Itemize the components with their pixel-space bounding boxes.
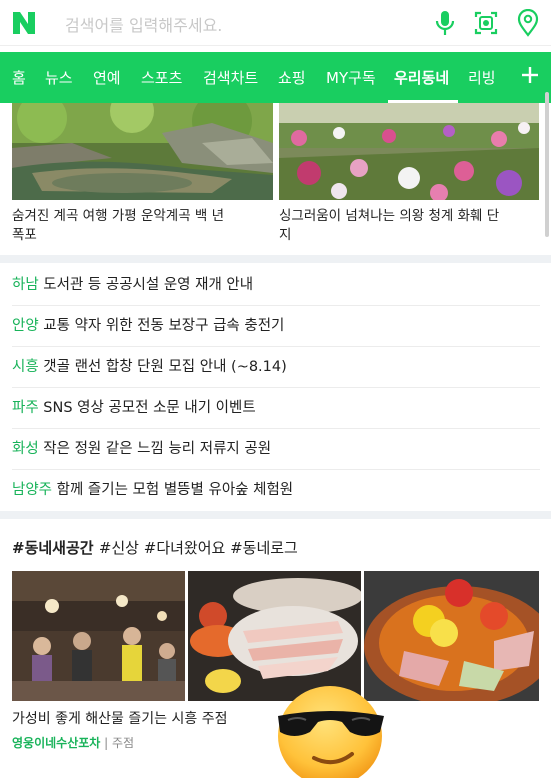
tab-home[interactable]: 홈 — [12, 67, 26, 88]
tab-news[interactable]: 뉴스 — [45, 67, 73, 88]
location-pin-icon[interactable] — [515, 9, 541, 37]
meta-divider: | — [104, 736, 113, 750]
news-item[interactable]: 화성 작은 정원 같은 느낌 능리 저류지 공원 — [12, 429, 540, 470]
cold-noodle-photo[interactable] — [364, 571, 539, 701]
search-input[interactable]: 검색어를 입력해주세요. — [65, 12, 222, 36]
tab-neighborhood[interactable]: 우리동네 — [394, 67, 449, 88]
tab-search-chart[interactable]: 검색차트 — [203, 67, 258, 88]
tab-sports[interactable]: 스포츠 — [141, 67, 182, 88]
news-item[interactable]: 시흥 갯골 랜선 합창 단원 모집 안내 (~8.14) — [12, 347, 540, 388]
hashtag-others[interactable]: #신상 #다녀왔어요 #동네로그 — [99, 539, 298, 557]
news-region: 하남 — [12, 277, 39, 293]
feature-meta: 영웅이네수산포차 | 주점 — [12, 734, 134, 751]
news-region: 화성 — [12, 441, 39, 457]
scrollbar[interactable] — [545, 92, 549, 237]
news-region: 시흥 — [12, 359, 39, 375]
tab-living[interactable]: 리빙 — [468, 67, 496, 88]
category-nav: 홈 뉴스 연예 스포츠 검색차트 쇼핑 MY구독 우리동네 리빙 — [0, 52, 551, 103]
tab-my-subscription[interactable]: MY구독 — [326, 67, 376, 88]
feature-source[interactable]: 영웅이네수산포차 — [12, 736, 100, 750]
section-divider — [0, 511, 551, 519]
plus-icon[interactable] — [519, 64, 541, 86]
news-title: 작은 정원 같은 느낌 능리 저류지 공원 — [43, 441, 272, 457]
valley-photo[interactable] — [12, 103, 273, 200]
news-title: 갯골 랜선 합창 단원 모집 안내 (~8.14) — [43, 359, 287, 375]
card-caption-valley[interactable]: 숨겨진 계곡 여행 가평 운악계곡 백 년 폭포 — [12, 207, 274, 245]
feature-category: 주점 — [112, 736, 135, 750]
news-title: SNS 영상 공모전 소문 내기 이벤트 — [43, 400, 256, 416]
camera-lens-icon[interactable] — [473, 9, 499, 37]
pub-interior-photo[interactable] — [12, 571, 185, 701]
news-title: 함께 즐기는 모험 별뜽별 유아숲 체험원 — [56, 482, 294, 498]
news-region: 남양주 — [12, 482, 53, 498]
news-item[interactable]: 하남 도서관 등 공공시설 운영 재개 안내 — [12, 265, 540, 306]
microphone-icon[interactable] — [432, 9, 458, 37]
search-bar: 검색어를 입력해주세요. — [0, 0, 551, 46]
naver-logo-icon[interactable] — [11, 10, 37, 36]
flower-market-photo[interactable] — [279, 103, 539, 200]
hashtag-row: #동네새공간 #신상 #다녀왔어요 #동네로그 — [12, 537, 298, 558]
news-item[interactable]: 파주 SNS 영상 공모전 소문 내기 이벤트 — [12, 388, 540, 429]
tab-shopping[interactable]: 쇼핑 — [278, 67, 306, 88]
news-title: 도서관 등 공공시설 운영 재개 안내 — [43, 277, 254, 293]
news-item[interactable]: 남양주 함께 즐기는 모험 별뜽별 유아숲 체험원 — [12, 470, 540, 511]
tab-entertainment[interactable]: 연예 — [93, 67, 121, 88]
card-caption-flower-market[interactable]: 싱그러움이 넘쳐나는 의왕 청계 화훼 단 지 — [279, 207, 541, 245]
news-region: 파주 — [12, 400, 39, 416]
feature-title[interactable]: 가성비 좋게 해산물 즐기는 시흥 주점 — [12, 710, 227, 729]
news-item[interactable]: 안양 교통 약자 위한 전동 보장구 급속 충전기 — [12, 306, 540, 347]
news-title: 교통 약자 위한 전동 보장구 급속 충전기 — [43, 318, 285, 334]
news-region: 안양 — [12, 318, 39, 334]
section-divider — [0, 255, 551, 263]
sunglasses-emoji-icon — [278, 686, 384, 778]
hashtag-main[interactable]: #동네새공간 — [12, 539, 94, 557]
